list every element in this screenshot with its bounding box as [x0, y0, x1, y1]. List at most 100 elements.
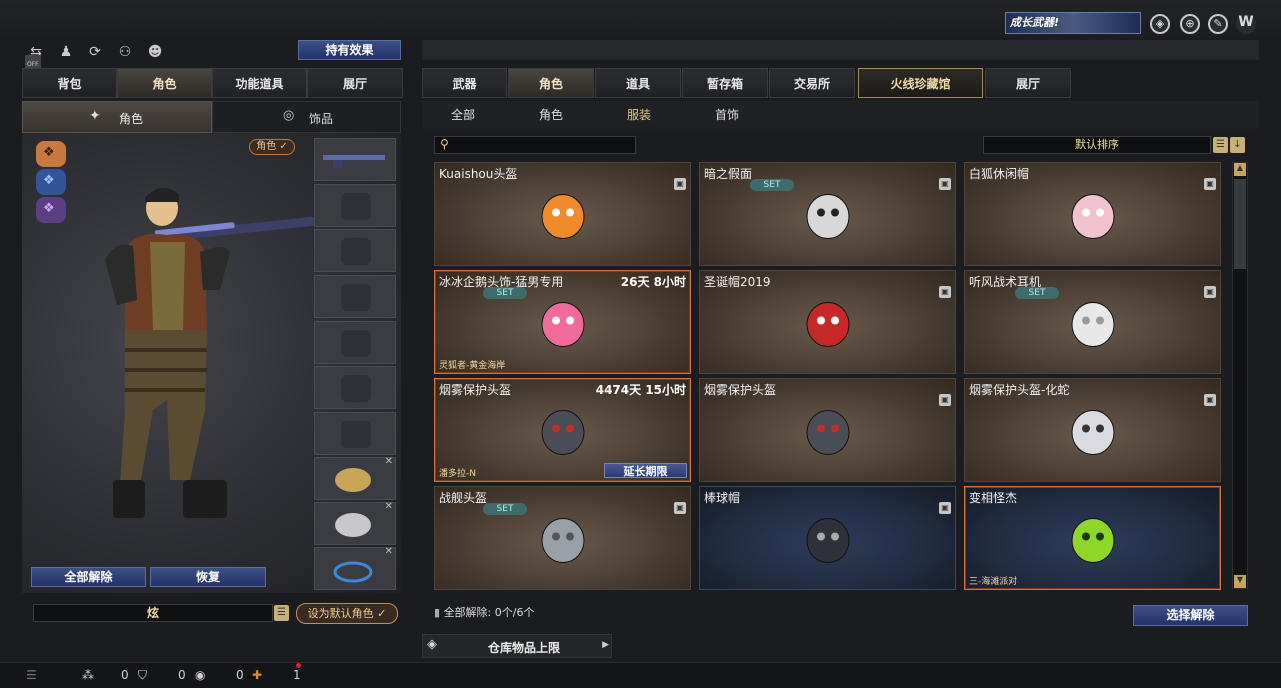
scroll-thumb[interactable] [1234, 179, 1246, 269]
cycle-icon[interactable]: ⟳ [84, 42, 106, 62]
count-3: 0 [236, 668, 244, 682]
slot-gloves[interactable] [314, 412, 396, 455]
item-card[interactable]: 烟雾保护头盔 ▣ [699, 378, 956, 482]
lock-icon[interactable]: ▣ [1204, 286, 1216, 298]
tab-props[interactable]: 道具 [595, 68, 681, 98]
item-card[interactable]: 听风战术耳机 ▣ SET [964, 270, 1221, 374]
item-card[interactable]: 烟雾保护头盔-化蛇 ▣ [964, 378, 1221, 482]
tab-exchange[interactable]: 交易所 [769, 68, 855, 98]
tab-gallery[interactable]: 展厅 [985, 68, 1071, 98]
item-card[interactable]: 战舰头盔 ▣ SET [434, 486, 691, 590]
select-unequip-button[interactable]: 选择解除 [1133, 605, 1248, 626]
group-icon[interactable]: ♟ [55, 42, 77, 62]
globe-icon[interactable]: ⊕ [1180, 14, 1200, 34]
unequip-status-text: 全部解除: 0个/6个 [443, 606, 535, 619]
lock-icon[interactable]: ▣ [674, 502, 686, 514]
lock-icon[interactable]: ▣ [1204, 178, 1216, 190]
slot-accessory-gold[interactable]: ✕ [314, 456, 396, 500]
penguin-icon[interactable]: ☻ [144, 42, 166, 62]
subtab-character[interactable]: ✦ 角色 [22, 101, 212, 133]
tab-showroom[interactable]: 展厅 [307, 68, 403, 98]
item-card[interactable]: 变相怪杰 三-海滩派对 [964, 486, 1221, 590]
chat-icon[interactable]: ◉ [195, 668, 205, 682]
lock-icon[interactable]: ▣ [939, 286, 951, 298]
restore-button[interactable]: 恢复 [150, 567, 266, 587]
right-subtabs: 全部 角色 服装 首饰 [422, 101, 1259, 129]
tab-backpack[interactable]: 背包 [22, 68, 117, 98]
item-owner-label: 三-海滩派对 [969, 577, 1018, 587]
unequip-all-button[interactable]: 全部解除 [31, 567, 146, 587]
scroll-down-icon[interactable]: ▼ [1234, 575, 1246, 588]
slot-vest[interactable] [314, 366, 396, 409]
gift-icon[interactable]: ✚ [252, 668, 262, 682]
tools-icon[interactable]: ✎ [1208, 14, 1228, 34]
bird-icon[interactable]: ❖ [36, 169, 66, 195]
lock-icon[interactable]: ▣ [939, 502, 951, 514]
sort-direction-icon[interactable]: ↓ [1230, 137, 1245, 153]
slot-glasses[interactable] [314, 229, 396, 272]
subtab-jewelry[interactable]: 首饰 [706, 101, 748, 129]
item-card[interactable]: 暗之假面 ▣ SET [699, 162, 956, 266]
slot-weapon[interactable] [314, 138, 396, 181]
tab-functional-items[interactable]: 功能道具 [212, 68, 307, 98]
role-badge[interactable]: 角色 ✓ [249, 139, 295, 155]
slot-body[interactable] [314, 321, 396, 364]
item-card[interactable]: 烟雾保护头盔 4474天 15小时 潘多拉-N 延长期限 [434, 378, 691, 482]
dark-mask-icon [801, 188, 855, 245]
lock-icon[interactable]: ▣ [674, 178, 686, 190]
item-card[interactable]: 圣诞帽2019 ▣ [699, 270, 956, 374]
tab-storage[interactable]: 暂存箱 [682, 68, 768, 98]
lock-icon[interactable]: ▣ [939, 178, 951, 190]
subtab-clothing[interactable]: 服装 [618, 101, 660, 129]
lock-icon[interactable]: ▣ [939, 394, 951, 406]
scroll-up-icon[interactable]: ▲ [1234, 163, 1246, 176]
person-icon[interactable]: ⚇ [114, 42, 136, 62]
slot-mask[interactable] [314, 275, 396, 318]
set-default-button[interactable]: 设为默认角色 ✓ [296, 603, 398, 624]
item-name: 棒球帽 [704, 491, 741, 505]
tab-collection[interactable]: 火线珍藏馆 [858, 68, 983, 98]
item-name: 圣诞帽2019 [704, 275, 771, 289]
smoke-helmet-icon [536, 404, 590, 461]
slot-helmet[interactable] [314, 184, 396, 227]
wolf-icon[interactable]: ❖ [36, 141, 66, 167]
right-header-strip [422, 40, 1259, 60]
eagle-icon[interactable]: ❖ [36, 197, 66, 223]
binoculars-icon[interactable]: ⁂ [82, 668, 94, 682]
extend-duration-button[interactable]: 延长期限 [604, 463, 687, 478]
slot-accessory-blue[interactable]: ✕ [314, 546, 396, 590]
toggle-icon[interactable]: ⇆ OFF [25, 42, 47, 75]
item-owner-label: 潘多拉-N [439, 469, 476, 479]
item-card[interactable]: 白狐休闲帽 ▣ [964, 162, 1221, 266]
subtab-character-label: 角色 [119, 112, 144, 126]
subtab-all[interactable]: 全部 [442, 101, 484, 129]
item-owner-label: 灵狐者-黄金海岸 [439, 361, 506, 371]
item-name: 白狐休闲帽 [969, 167, 1030, 181]
search-input[interactable]: ⚲ [434, 136, 636, 154]
item-card[interactable]: 棒球帽 ▣ [699, 486, 956, 590]
sort-dropdown[interactable]: 默认排序 [983, 136, 1211, 154]
menu-icon[interactable]: ☰ [26, 668, 37, 682]
item-name: 烟雾保护头盔 [439, 383, 512, 397]
growth-weapon-banner[interactable]: 成长武器! [1005, 12, 1141, 34]
lock-icon[interactable]: ▣ [1204, 394, 1216, 406]
effect-button[interactable]: 持有效果 [298, 40, 401, 60]
item-card[interactable]: 冰冰企鹅头饰-猛男专用 26天 8小时 SET 灵狐者-黄金海岸 [434, 270, 691, 374]
subtab-role[interactable]: 角色 [530, 101, 572, 129]
tab-weapons[interactable]: 武器 [422, 68, 507, 98]
item-card[interactable]: Kuaishou头盔 ▣ [434, 162, 691, 266]
item-time-remaining: 26天 8小时 [620, 275, 686, 289]
logo-w-icon[interactable]: W [1236, 14, 1256, 34]
shield-icon[interactable]: ◈ [1150, 14, 1170, 34]
subtab-accessories[interactable]: ◎ 饰品 [212, 101, 401, 133]
item-name: Kuaishou头盔 [439, 167, 518, 181]
scrollbar[interactable]: ▲ ▼ [1232, 162, 1248, 589]
warehouse-limit-bar[interactable]: ◈ 仓库物品上限 ▶ [422, 634, 612, 658]
tab-character[interactable]: 角色 [117, 68, 212, 98]
list-icon[interactable]: ☰ [274, 605, 289, 621]
slot-accessory-silver[interactable]: ✕ [314, 501, 396, 545]
shield-small-icon[interactable]: ⛉ [138, 668, 147, 683]
sort-list-icon[interactable]: ☰ [1213, 137, 1228, 153]
role-name-field[interactable]: 炫 [33, 604, 273, 622]
tab-role[interactable]: 角色 [508, 68, 594, 98]
